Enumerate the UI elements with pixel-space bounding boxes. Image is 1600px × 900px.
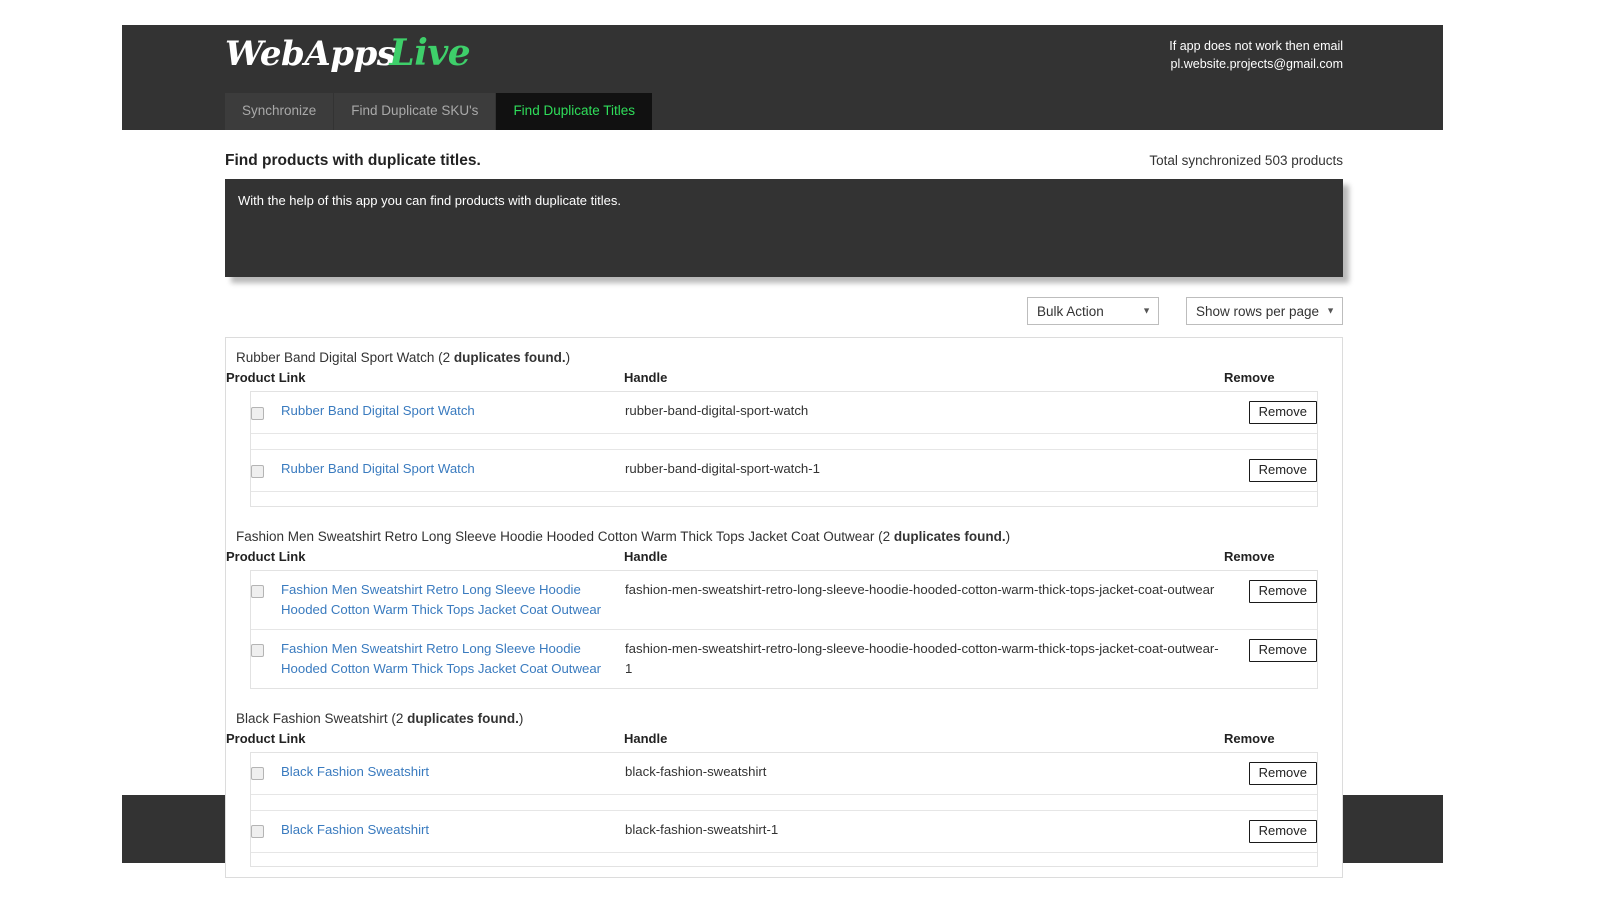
- remove-button[interactable]: Remove: [1248, 761, 1317, 785]
- product-link[interactable]: Fashion Men Sweatshirt Retro Long Sleeve…: [281, 582, 601, 617]
- product-link[interactable]: Black Fashion Sweatshirt: [281, 764, 429, 779]
- logo-accent-text: Live: [389, 32, 471, 74]
- header-contact-email: pl.website.projects@gmail.com: [1170, 57, 1343, 71]
- row-checkbox[interactable]: [251, 644, 264, 658]
- tab-find-duplicate-skus[interactable]: Find Duplicate SKU's: [334, 93, 496, 130]
- group-title-text: Black Fashion Sweatshirt: [236, 710, 388, 726]
- column-header-remove: Remove: [1224, 730, 1275, 746]
- site-logo[interactable]: WebAppsLive: [225, 32, 471, 74]
- duplicate-rows-table: Rubber Band Digital Sport Watch rubber-b…: [251, 392, 1317, 506]
- row-spacer: [251, 492, 1317, 506]
- product-handle: black-fashion-sweatshirt: [625, 763, 767, 779]
- row-checkbox[interactable]: [251, 406, 264, 420]
- row-checkbox[interactable]: [251, 585, 264, 599]
- product-link[interactable]: Black Fashion Sweatshirt: [281, 822, 429, 837]
- info-box-text: With the help of this app you can find p…: [238, 193, 621, 208]
- duplicate-group-header-table: Product Link Handle Remove: [226, 368, 1342, 391]
- bulk-action-label: Bulk Action: [1037, 303, 1104, 319]
- group-count-prefix: (2: [878, 528, 894, 544]
- duplicate-rows-table: Black Fashion Sweatshirt black-fashion-s…: [251, 752, 1317, 867]
- column-header-product-link: Product Link: [226, 548, 306, 564]
- chevron-down-icon: ▼: [1326, 305, 1335, 316]
- duplicate-group-title: Rubber Band Digital Sport Watch (2 dupli…: [226, 338, 1342, 368]
- bulk-action-select[interactable]: Bulk Action ▼: [1027, 297, 1159, 325]
- duplicate-rows-box: Fashion Men Sweatshirt Retro Long Sleeve…: [250, 569, 1318, 689]
- product-handle: rubber-band-digital-sport-watch-1: [625, 461, 820, 476]
- row-checkbox[interactable]: [251, 767, 264, 781]
- group-count-suffix: ): [565, 350, 571, 365]
- group-count-prefix: (2: [391, 710, 408, 726]
- rows-per-page-label: Show rows per page: [1196, 303, 1320, 319]
- remove-button[interactable]: Remove: [1248, 579, 1317, 603]
- page-title: Find products with duplicate titles.: [225, 152, 481, 169]
- app-page: WebAppsLive If app does not work then em…: [0, 0, 1600, 900]
- group-count-bold: duplicates found.: [453, 350, 566, 365]
- duplicate-group: Rubber Band Digital Sport Watch (2 dupli…: [226, 338, 1342, 507]
- duplicate-group: Fashion Men Sweatshirt Retro Long Sleeve…: [226, 517, 1342, 689]
- remove-button[interactable]: Remove: [1248, 638, 1317, 662]
- product-link[interactable]: Rubber Band Digital Sport Watch: [281, 461, 475, 476]
- duplicate-group-title: Fashion Men Sweatshirt Retro Long Sleeve…: [226, 517, 1342, 547]
- logo-primary-text: WebApps: [225, 34, 396, 74]
- table-row: Rubber Band Digital Sport Watch rubber-b…: [251, 449, 1317, 492]
- column-header-product-link: Product Link: [226, 370, 306, 385]
- group-count-bold: duplicates found.: [893, 528, 1006, 544]
- column-header-remove: Remove: [1224, 370, 1275, 385]
- app-shell: WebAppsLive If app does not work then em…: [122, 25, 1443, 878]
- group-title-text: Rubber Band Digital Sport Watch: [236, 350, 435, 365]
- column-header-handle: Handle: [624, 730, 668, 746]
- row-checkbox[interactable]: [251, 464, 264, 478]
- duplicate-group: Black Fashion Sweatshirt (2 duplicates f…: [226, 699, 1342, 867]
- duplicate-rows-box: Black Fashion Sweatshirt black-fashion-s…: [250, 751, 1318, 867]
- tab-synchronize[interactable]: Synchronize: [225, 93, 334, 130]
- remove-button[interactable]: Remove: [1248, 819, 1317, 843]
- duplicate-rows-table: Fashion Men Sweatshirt Retro Long Sleeve…: [251, 570, 1317, 688]
- total-synchronized-label: Total synchronized 503 products: [1149, 153, 1343, 168]
- product-handle: black-fashion-sweatshirt-1: [625, 821, 779, 837]
- row-checkbox[interactable]: [251, 825, 264, 839]
- duplicate-results-container: Rubber Band Digital Sport Watch (2 dupli…: [225, 337, 1343, 878]
- header-contact-line1: If app does not work then email: [1169, 39, 1343, 53]
- table-row: Black Fashion Sweatshirt black-fashion-s…: [251, 810, 1317, 853]
- row-spacer: [251, 433, 1317, 450]
- table-row: Fashion Men Sweatshirt Retro Long Sleeve…: [251, 570, 1317, 630]
- rows-per-page-select[interactable]: Show rows per page ▼: [1186, 297, 1343, 325]
- table-row: Fashion Men Sweatshirt Retro Long Sleeve…: [251, 629, 1317, 688]
- main-content: Find products with duplicate titles. Tot…: [122, 130, 1443, 878]
- table-controls-row: Bulk Action ▼ Show rows per page ▼: [225, 297, 1343, 325]
- product-handle: fashion-men-sweatshirt-retro-long-sleeve…: [625, 640, 1219, 676]
- group-title-text: Fashion Men Sweatshirt Retro Long Sleeve…: [236, 528, 875, 544]
- table-row: Black Fashion Sweatshirt black-fashion-s…: [251, 752, 1317, 795]
- tab-find-duplicate-titles[interactable]: Find Duplicate Titles: [496, 93, 652, 130]
- duplicate-group-title: Black Fashion Sweatshirt (2 duplicates f…: [226, 699, 1342, 729]
- info-box-wrapper: With the help of this app you can find p…: [225, 179, 1343, 277]
- product-link[interactable]: Rubber Band Digital Sport Watch: [281, 403, 475, 418]
- remove-button[interactable]: Remove: [1248, 459, 1317, 482]
- group-count-bold: duplicates found.: [407, 710, 519, 726]
- product-handle: fashion-men-sweatshirt-retro-long-sleeve…: [625, 581, 1215, 597]
- duplicate-group-header-table: Product Link Handle Remove: [226, 547, 1342, 570]
- column-header-remove: Remove: [1224, 548, 1275, 564]
- chevron-down-icon: ▼: [1142, 305, 1151, 316]
- column-header-handle: Handle: [624, 370, 668, 385]
- group-count-suffix: ): [1005, 528, 1011, 544]
- duplicate-rows-box: Rubber Band Digital Sport Watch rubber-b…: [250, 391, 1318, 507]
- group-count-suffix: ): [518, 710, 524, 726]
- duplicate-group-header-table: Product Link Handle Remove: [226, 729, 1342, 752]
- table-row: Rubber Band Digital Sport Watch rubber-b…: [251, 392, 1317, 434]
- row-spacer: [251, 852, 1317, 866]
- main-nav-tabs: Synchronize Find Duplicate SKU's Find Du…: [225, 93, 652, 130]
- product-handle: rubber-band-digital-sport-watch: [625, 403, 809, 418]
- column-header-product-link: Product Link: [226, 730, 306, 746]
- info-box: With the help of this app you can find p…: [225, 179, 1343, 277]
- site-header: WebAppsLive If app does not work then em…: [122, 25, 1443, 130]
- page-title-row: Find products with duplicate titles. Tot…: [122, 130, 1443, 170]
- remove-button[interactable]: Remove: [1248, 401, 1317, 424]
- product-link[interactable]: Fashion Men Sweatshirt Retro Long Sleeve…: [281, 641, 601, 676]
- group-count-prefix: (2: [438, 350, 454, 365]
- header-contact-block: If app does not work then email pl.websi…: [1169, 37, 1343, 73]
- column-header-handle: Handle: [624, 548, 668, 564]
- row-spacer: [251, 794, 1317, 811]
